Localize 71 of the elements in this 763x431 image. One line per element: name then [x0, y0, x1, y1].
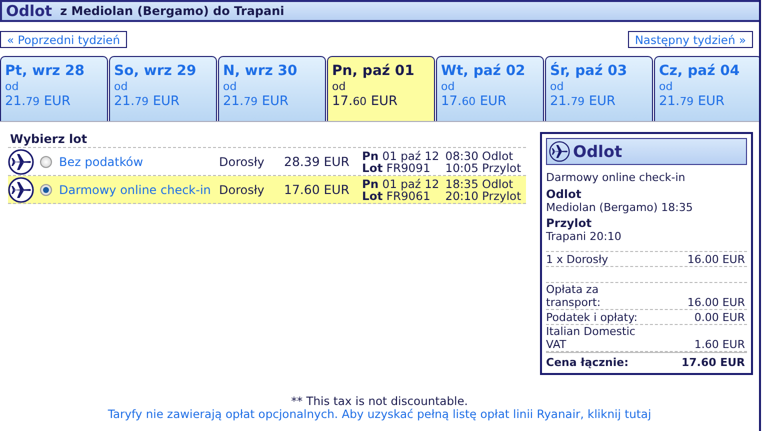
flight-number: Lot FR9061: [362, 190, 432, 202]
section-title: Odlot: [6, 2, 52, 20]
departure-time: 18:35 Odlot: [445, 178, 514, 190]
total-amount: 17.60 EUR: [681, 356, 745, 369]
from-label: od: [332, 80, 347, 93]
day-price: 21.79 EUR: [550, 93, 617, 111]
day-label: So, wrz 29: [114, 63, 198, 80]
fare-link[interactable]: Darmowy online check-in: [59, 182, 219, 196]
airplane-icon: [549, 141, 570, 162]
day-label: Pt, wrz 28: [5, 63, 86, 80]
arrival-time: 20:10 Przylot: [445, 190, 522, 202]
fee-amount: 16.00 EUR: [687, 296, 745, 309]
day-price: 21.79 EUR: [659, 93, 726, 111]
fee-amount: 0.00 EUR: [694, 311, 745, 324]
day-price: 21.79 EUR: [5, 93, 72, 111]
fare-link[interactable]: Bez podatków: [59, 154, 219, 168]
next-week-button[interactable]: Następny tydzień »: [628, 31, 753, 48]
day-tab[interactable]: Śr, paź 03 od 21.79 EUR: [545, 56, 653, 121]
from-label: od: [5, 80, 20, 93]
flight-row[interactable]: Darmowy online check-in Dorosły 17.60 EUR Pn 01 paź 12 18:35 Odlot Lot FR9061 20:10 Przylot: [8, 176, 526, 204]
fare-name: Darmowy online check-in: [546, 170, 686, 186]
fare-radio[interactable]: [40, 156, 52, 168]
flight-date: Pn 01 paź 12: [362, 150, 440, 162]
flight-date: Pn 01 paź 12: [362, 178, 440, 190]
day-tab[interactable]: N, wrz 30 od 21.79 EUR: [218, 56, 326, 121]
fare-price: 17.60 EUR: [284, 182, 350, 197]
fees-link[interactable]: Taryfy nie zawierają opłat opcjonalnych. Aby uzyskać pełną listę opłat linii Ryanair, kliknij tutaj: [108, 408, 652, 421]
departure-info: Mediolan (Bergamo) 18:35: [546, 201, 694, 214]
day-tab[interactable]: Wt, paź 02 od 17.60 EUR: [436, 56, 544, 121]
departure-time: 08:30 Odlot: [445, 150, 514, 162]
passenger-type: Dorosły: [219, 154, 266, 168]
select-flight-heading: Wybierz lot: [8, 132, 526, 148]
total-label: Cena łącznie:: [546, 356, 629, 369]
fee-label: Italian Domestic VAT: [546, 325, 636, 351]
fare-price: 28.39 EUR: [284, 154, 350, 169]
previous-week-button[interactable]: « Poprzedni tydzień: [0, 31, 128, 48]
day-price: 17.60 EUR: [441, 93, 508, 111]
day-tab[interactable]: Cz, paź 04 od 21.79 EUR: [654, 56, 759, 121]
route-text: z Mediolan (Bergamo) do Trapani: [60, 4, 284, 18]
airplane-icon: [8, 148, 34, 174]
from-label: od: [659, 80, 674, 93]
day-label: Wt, paź 02: [441, 63, 526, 80]
fare-radio[interactable]: [40, 184, 52, 196]
flight-number: Lot FR9091: [362, 162, 432, 174]
tax-note: ** This tax is not discountable.: [291, 395, 468, 408]
fee-amount: 1.60 EUR: [694, 338, 745, 351]
day-price: 21.79 EUR: [223, 93, 290, 111]
passenger-amount: 16.00 EUR: [687, 253, 745, 266]
day-label: N, wrz 30: [223, 63, 298, 80]
arrival-heading: Przylot: [546, 217, 593, 230]
fee-label: Podatek i opłaty:: [546, 311, 639, 324]
passenger-count: 1 x Dorosły: [546, 253, 608, 266]
day-price: 21.79 EUR: [114, 93, 181, 111]
from-label: od: [441, 80, 456, 93]
day-tab[interactable]: Pt, wrz 28 od 21.79 EUR: [0, 56, 108, 121]
day-tab[interactable]: Pn, paź 01 od 17.60 EUR: [327, 56, 435, 121]
fee-label: Opłata za transport:: [546, 283, 602, 309]
airplane-icon: [8, 176, 34, 202]
day-label: Pn, paź 01: [332, 63, 416, 80]
day-price: 17.60 EUR: [332, 93, 399, 111]
arrival-time: 10:05 Przylot: [445, 162, 522, 174]
arrival-info: Trapani 20:10: [546, 230, 622, 243]
summary-title: Odlot: [573, 142, 622, 161]
from-label: od: [114, 80, 129, 93]
day-tab[interactable]: So, wrz 29 od 21.79 EUR: [109, 56, 217, 121]
passenger-type: Dorosły: [219, 182, 266, 196]
day-label: Cz, paź 04: [659, 63, 741, 80]
day-label: Śr, paź 03: [550, 63, 628, 80]
from-label: od: [550, 80, 565, 93]
from-label: od: [223, 80, 238, 93]
departure-heading: Odlot: [546, 188, 582, 201]
